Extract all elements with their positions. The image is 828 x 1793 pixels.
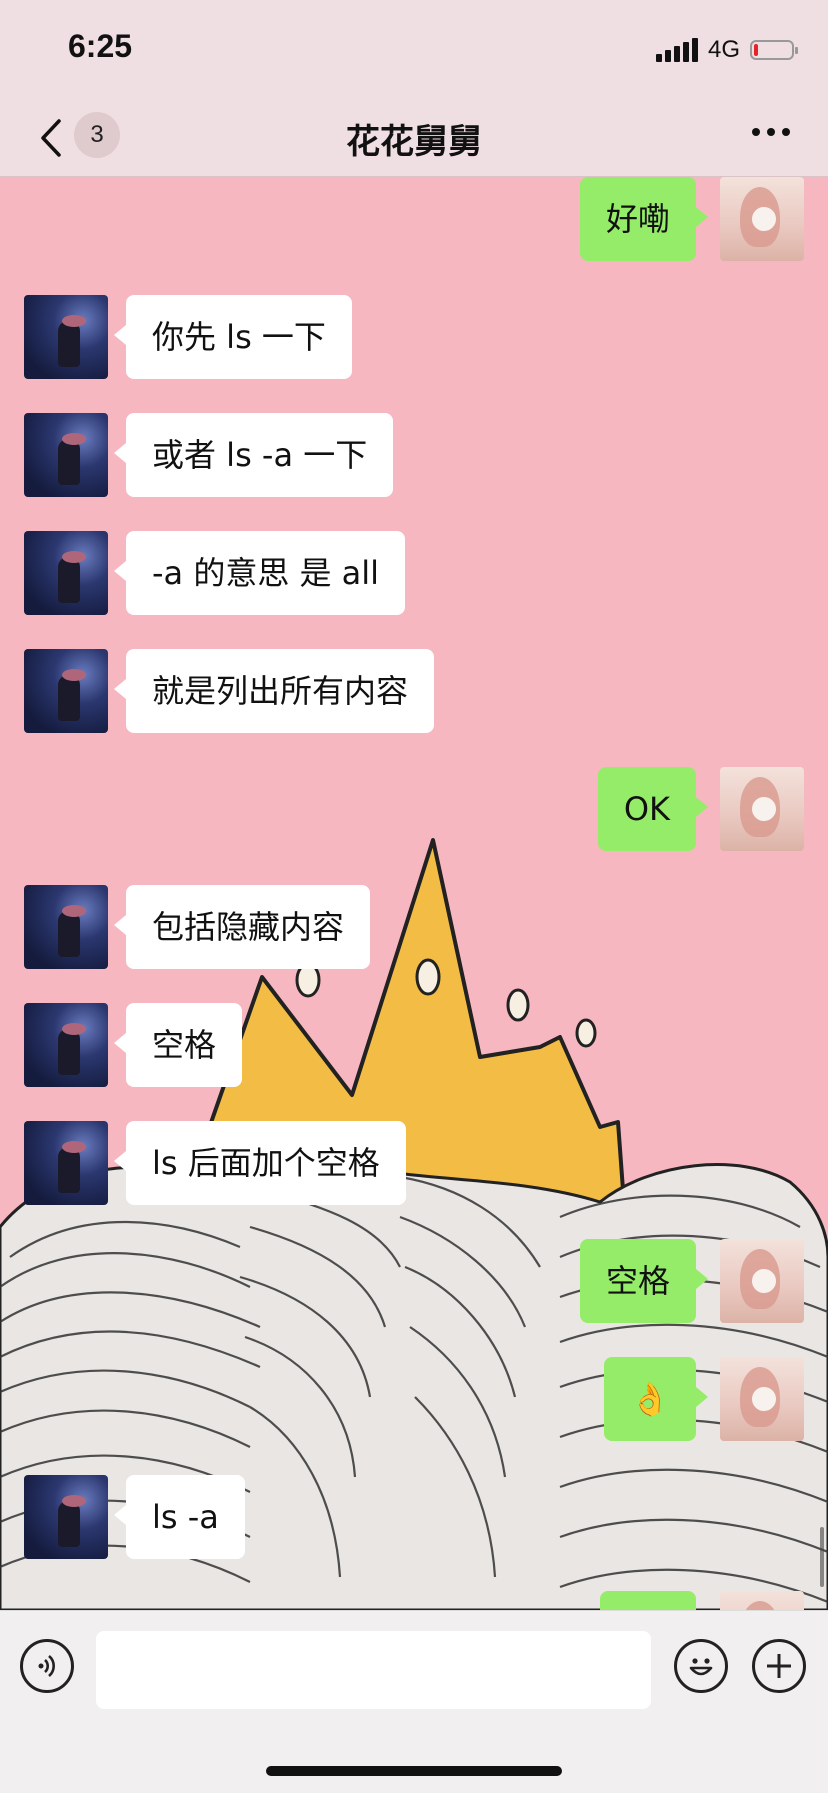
contact-avatar[interactable] [24,413,108,497]
emoji-button[interactable] [674,1639,728,1693]
my-avatar[interactable] [720,1239,804,1323]
status-bar: 6:25 4G [0,0,828,100]
contact-avatar[interactable] [24,1003,108,1087]
message-received: 或者 ls -a 一下 [24,413,394,497]
message-bubble[interactable] [600,1591,696,1610]
my-avatar[interactable] [720,1357,804,1441]
ok-hand-emoji-message[interactable]: 👌 [604,1357,708,1441]
message-sent-partial [600,1591,804,1610]
message-sent: 👌 [604,1357,804,1441]
message-received: ls -a [24,1475,245,1559]
message-received: -a 的意思 是 all [24,531,406,615]
chevron-left-icon [41,119,61,157]
chat-header: 3 花花舅舅 [0,100,828,177]
plus-icon [767,1654,791,1678]
message-bubble[interactable]: OK [597,767,709,851]
message-received: 就是列出所有内容 [24,649,435,733]
message-bubble[interactable]: -a 的意思 是 all [113,531,406,615]
message-bubble[interactable]: 好嘞 [579,177,709,261]
unread-count-badge[interactable]: 3 [74,112,120,158]
message-sent: 好嘞 [579,177,804,261]
my-avatar[interactable] [720,177,804,261]
message-bubble[interactable]: ls -a [114,1475,245,1559]
home-indicator[interactable] [266,1766,562,1776]
my-avatar[interactable] [720,767,804,851]
message-bubble[interactable]: 你先 ls 一下 [114,295,352,379]
message-sent: 空格 [579,1239,804,1323]
more-dots-icon [752,128,760,136]
back-button[interactable] [36,116,66,160]
contact-avatar[interactable] [24,531,108,615]
contact-avatar[interactable] [24,295,108,379]
message-bubble[interactable]: 空格 [113,1003,243,1087]
message-received: 包括隐藏内容 [24,885,371,969]
network-label: 4G [707,36,740,63]
chat-title: 花花舅舅 [346,122,482,162]
contact-avatar[interactable] [24,649,108,733]
battery-level [754,44,758,56]
my-avatar[interactable] [720,1591,804,1610]
message-bubble[interactable]: 就是列出所有内容 [113,649,435,733]
voice-icon [38,1655,55,1677]
emoji-icon [689,1658,713,1676]
message-received: ls 后面加个空格 [24,1121,406,1205]
message-bubble[interactable]: 或者 ls -a 一下 [113,413,394,497]
message-bubble[interactable]: 包括隐藏内容 [113,885,371,969]
voice-button[interactable] [20,1639,74,1693]
message-sent: OK [597,767,804,851]
message-bubble[interactable]: ls 后面加个空格 [114,1121,406,1205]
chat-area[interactable]: 好嘞 你先 ls 一下 或者 ls -a 一下 -a 的意思 是 all 就是列… [0,177,828,1610]
battery-icon [750,40,798,60]
plus-button[interactable] [752,1639,806,1693]
contact-avatar[interactable] [24,1475,108,1559]
signal-icon [655,38,698,62]
contact-avatar[interactable] [24,885,108,969]
message-received: 你先 ls 一下 [24,295,352,379]
more-button[interactable] [752,128,790,136]
scrollbar[interactable] [820,1527,824,1587]
status-time: 6:25 [68,28,133,64]
status-icons: 4G [655,36,798,64]
message-input[interactable] [96,1631,651,1709]
contact-avatar[interactable] [24,1121,108,1205]
message-received: 空格 [24,1003,243,1087]
message-bubble[interactable]: 空格 [579,1239,709,1323]
